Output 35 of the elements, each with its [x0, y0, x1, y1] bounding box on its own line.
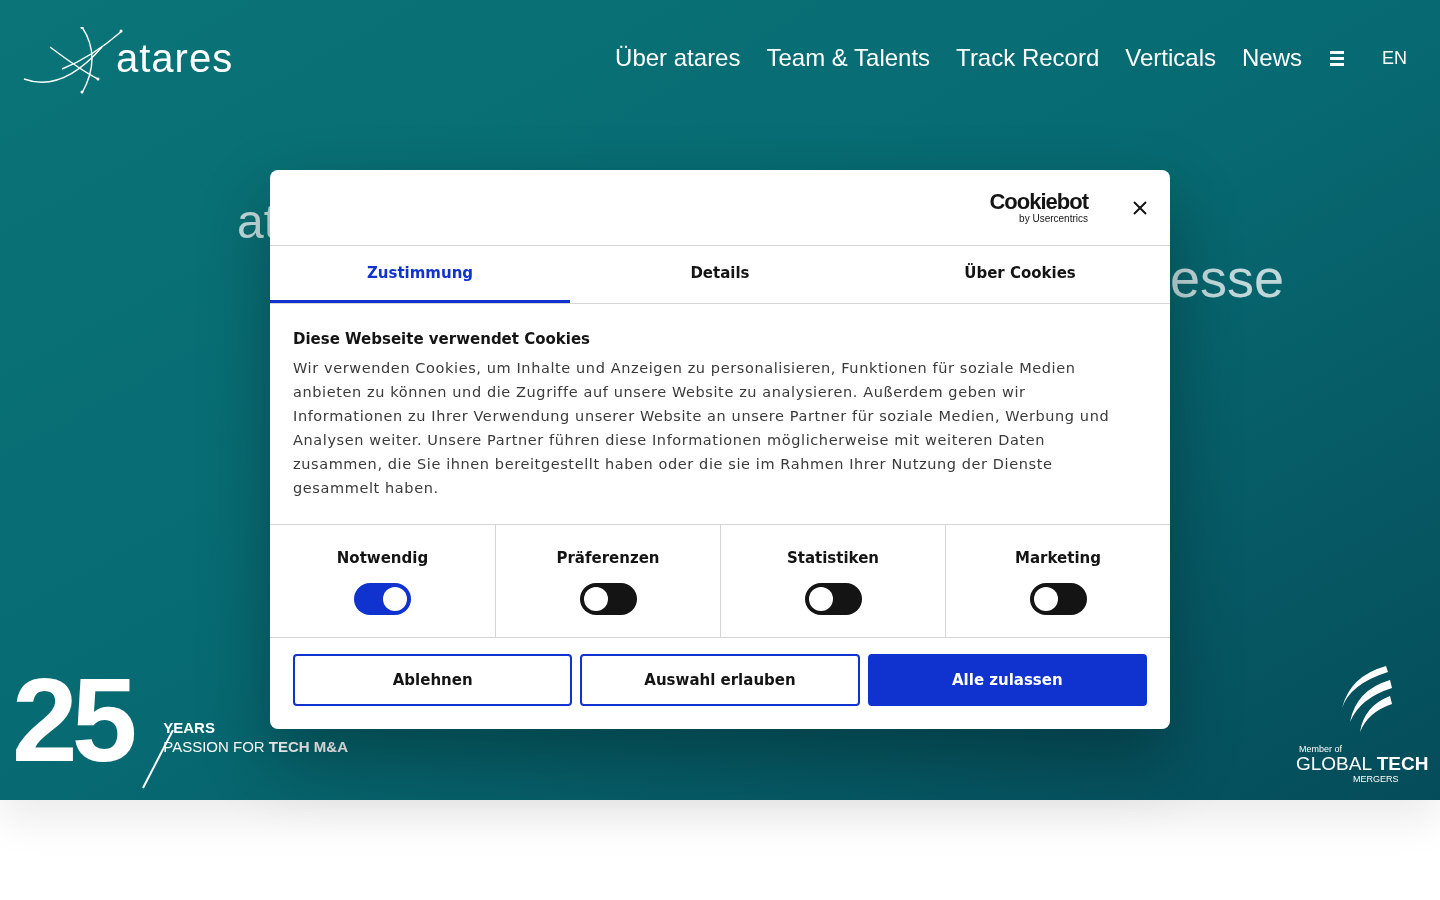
hero-heading: esse	[1170, 247, 1285, 310]
nav-link[interactable]: Track Record	[956, 40, 1100, 76]
dialog-tab[interactable]: Über Cookies	[870, 246, 1170, 303]
close-button[interactable]	[1132, 198, 1150, 217]
menu-icon[interactable]	[1330, 50, 1344, 66]
logo-text[interactable]: atares	[116, 28, 234, 88]
dialog-text: Wir verwenden Cookies, um Inhalte und Anzeigen zu personalisieren, Funktionen für soziale Medien anbieten zu können und die Zugriffe auf unsere Website zu analysieren. Außerdem geben wir Informationen zu Ihrer Verwendung unserer Website an unsere Partner für soziale Medien, Werbung und Analysen weiter. Unsere Partner führen diese Informationen möglicherweise mit weiteren Daten zusammen, die Sie ihnen bereitgestellt haben oder die sie im Rahmen Ihrer Nutzung der Dienste gesammelt haben.	[293, 359, 1111, 498]
nav-link[interactable]: Über atares	[615, 40, 741, 76]
category-label: Notwendig	[336, 548, 429, 569]
anniversary-label: YEARS	[163, 718, 216, 737]
close-icon	[1132, 199, 1148, 216]
membership-prefix: Member of	[1299, 744, 1342, 754]
category-toggle[interactable]	[579, 582, 637, 615]
brand-logo-text: Cookiebot	[989, 190, 1088, 213]
membership-name: GLOBAL TECH	[1296, 754, 1429, 774]
brand-byline: by Usercentrics	[1019, 212, 1088, 225]
consent-button[interactable]: Alle zulassen	[867, 654, 1147, 706]
nav-link[interactable]: News	[1241, 40, 1302, 76]
consent-button[interactable]: Ablehnen	[293, 654, 573, 706]
dialog-tab[interactable]: Zustimmung	[270, 246, 570, 303]
category-toggle[interactable]	[804, 582, 862, 615]
dialog-tab[interactable]: Details	[570, 246, 870, 303]
language-link[interactable]: EN	[1382, 44, 1407, 72]
category-label: Präferenzen	[556, 548, 660, 569]
anniversary-number: 25	[12, 660, 133, 780]
category-toggle[interactable]	[354, 582, 411, 615]
dialog-title: Diese Webseite verwendet Cookies	[293, 329, 592, 350]
anniversary-tagline: PASSION FOR TECH M&A	[163, 737, 348, 756]
category-label: Statistiken	[786, 548, 880, 569]
consent-button[interactable]: Auswahl erlauben	[580, 654, 860, 706]
category-toggle[interactable]	[1029, 582, 1087, 615]
membership-suffix: MERGERS	[1353, 774, 1399, 784]
nav-link[interactable]: Verticals	[1125, 40, 1216, 76]
nav-link[interactable]: Team & Talents	[766, 40, 931, 76]
category-label: Marketing	[1015, 548, 1101, 569]
